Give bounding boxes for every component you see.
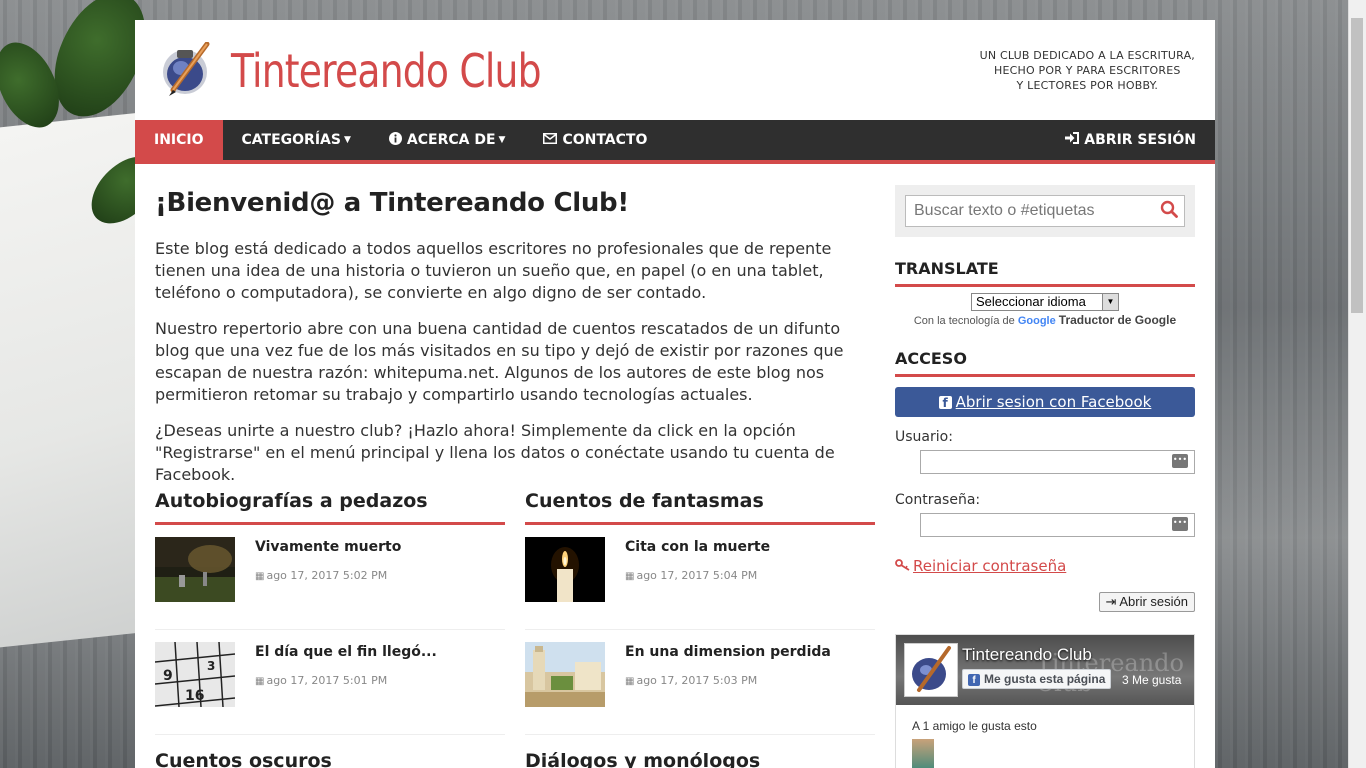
category-sections: Autobiografías a pedazos Vivamente muert… [155, 490, 875, 735]
scrollbar-thumb[interactable] [1351, 18, 1363, 313]
reset-password-link[interactable]: Reiniciar contraseña [895, 557, 1195, 575]
post-title[interactable]: El día que el fin llegó... [255, 644, 437, 660]
post-title[interactable]: Vivamente muerto [255, 539, 401, 555]
sidebar: Buscar texto o #etiquetas Translate Sele… [895, 185, 1195, 768]
language-select-value: Seleccionar idioma [976, 294, 1086, 309]
post-date-text: ago 17, 2017 5:03 PM [636, 674, 758, 687]
post-date-text: ago 17, 2017 5:02 PM [266, 569, 388, 582]
calendar-icon: ▦ [625, 676, 635, 687]
facebook-friends-text: A 1 amigo le gusta esto [912, 719, 1037, 733]
widget-title-text: Translate [895, 259, 999, 278]
username-field[interactable]: ••• [920, 450, 1195, 474]
post-date: ▦ ago 17, 2017 5:03 PM [625, 674, 831, 687]
facebook-login-button[interactable]: f Abrir sesion con Facebook [895, 387, 1195, 417]
facebook-page-cover[interactable]: TintereandoClub Tintereando Club fMe gus… [896, 635, 1194, 705]
friend-avatar[interactable] [912, 739, 934, 768]
facebook-friends: A 1 amigo le gusta esto [896, 705, 1194, 768]
google-translate-credit: Con la tecnología de Google Traductor de… [895, 313, 1195, 327]
post-thumbnail[interactable] [155, 537, 235, 602]
window-scrollbar[interactable] [1348, 0, 1366, 768]
post-item[interactable]: Vivamente muerto ▦ ago 17, 2017 5:02 PM [155, 525, 505, 630]
calendar-icon: ▦ [255, 676, 265, 687]
sign-in-icon: ⇥ [1105, 594, 1117, 609]
login-button-label: Abrir sesión [1119, 594, 1188, 609]
reset-password-label: Reiniciar contraseña [913, 557, 1067, 575]
page-title: ¡Bienvenid@ a Tintereando Club! [155, 188, 629, 218]
post-title[interactable]: En una dimension perdida [625, 644, 831, 660]
translate-widget-title: Translate [895, 259, 1195, 287]
intro-paragraph: ¿Deseas unirte a nuestro club? ¡Hazlo ah… [155, 421, 835, 484]
post-item[interactable]: 9 16 3 El día que el fin llegó... ▦ ago 1… [155, 630, 505, 735]
category-title[interactable]: Diálogos y monólogos [525, 750, 875, 768]
password-manager-icon[interactable]: ••• [1172, 517, 1188, 531]
post-date: ▦ ago 17, 2017 5:01 PM [255, 674, 437, 687]
category-block: Autobiografías a pedazos Vivamente muert… [155, 490, 505, 735]
post-date: ▦ ago 17, 2017 5:02 PM [255, 569, 401, 582]
svg-text:3: 3 [207, 659, 215, 673]
intro-paragraph: Este blog está dedicado a todos aquellos… [155, 239, 832, 302]
facebook-like-label: Me gusta esta página [984, 672, 1106, 686]
search-icon[interactable] [1160, 200, 1178, 218]
post-thumbnail[interactable] [525, 537, 605, 602]
category-title[interactable]: Autobiografías a pedazos [155, 490, 505, 525]
post-info: Vivamente muerto ▦ ago 17, 2017 5:02 PM [255, 537, 401, 609]
svg-text:9: 9 [163, 668, 173, 684]
category-title[interactable]: Cuentos de fantasmas [525, 490, 875, 525]
facebook-page-avatar[interactable] [904, 643, 958, 697]
key-icon [895, 557, 911, 575]
login-button-wrap: ⇥ Abrir sesión [895, 591, 1195, 612]
post-item[interactable]: Cita con la muerte ▦ ago 17, 2017 5:04 PM [525, 525, 875, 630]
search-widget: Buscar texto o #etiquetas [895, 185, 1195, 237]
post-date: ▦ ago 17, 2017 5:04 PM [625, 569, 770, 582]
access-widget-title: Acceso [895, 349, 1195, 377]
facebook-page-widget: TintereandoClub Tintereando Club fMe gus… [895, 634, 1195, 768]
calendar-icon: ▦ [625, 571, 635, 582]
facebook-icon: f [968, 674, 980, 686]
post-info: En una dimension perdida ▦ ago 17, 2017 5… [625, 642, 831, 714]
post-title[interactable]: Cita con la muerte [625, 539, 770, 555]
facebook-like-count: 3 Me gusta [1122, 673, 1182, 687]
powered-suffix[interactable]: Traductor de Google [1059, 313, 1176, 327]
calendar-icon: ▦ [255, 571, 265, 582]
post-date-text: ago 17, 2017 5:01 PM [266, 674, 388, 687]
facebook-icon: f [938, 395, 952, 410]
category-title[interactable]: Cuentos oscuros [155, 750, 505, 768]
post-thumbnail[interactable]: 9 16 3 [155, 642, 235, 707]
language-select[interactable]: Seleccionar idioma ▼ [971, 293, 1119, 311]
facebook-login-label: Abrir sesion con Facebook [955, 393, 1152, 411]
facebook-page-name[interactable]: Tintereando Club [962, 645, 1092, 665]
password-manager-icon[interactable]: ••• [1172, 454, 1188, 468]
post-info: El día que el fin llegó... ▦ ago 17, 2017… [255, 642, 437, 714]
welcome-section: ¡Bienvenid@ a Tintereando Club! Este blo… [155, 188, 875, 486]
post-date-text: ago 17, 2017 5:04 PM [636, 569, 758, 582]
username-label: Usuario: [895, 429, 953, 445]
chevron-down-icon: ▼ [1102, 294, 1118, 310]
search-input[interactable]: Buscar texto o #etiquetas [905, 195, 1185, 227]
category-block: Cuentos de fantasmas Cita con la muerte … [525, 490, 875, 735]
page-body: ¡Bienvenid@ a Tintereando Club! Este blo… [135, 20, 1215, 768]
post-item[interactable]: En una dimension perdida ▦ ago 17, 2017 5… [525, 630, 875, 735]
password-field[interactable]: ••• [920, 513, 1195, 537]
widget-title-text: Acceso [895, 349, 967, 368]
search-placeholder: Buscar texto o #etiquetas [914, 202, 1095, 219]
powered-prefix: Con la tecnología de [913, 315, 1015, 327]
category-sections-more: Cuentos oscuros Diálogos y monólogos [155, 750, 875, 768]
google-logo: Google [1017, 315, 1056, 327]
intro-paragraph: Nuestro repertorio abre con una buena ca… [155, 319, 844, 404]
post-info: Cita con la muerte ▦ ago 17, 2017 5:04 PM [625, 537, 770, 609]
post-thumbnail[interactable] [525, 642, 605, 707]
facebook-like-button[interactable]: f Me gusta esta página [962, 669, 1112, 689]
login-button[interactable]: ⇥ Abrir sesión [1098, 592, 1195, 612]
password-label: Contraseña: [895, 492, 981, 508]
svg-text:16: 16 [185, 688, 204, 704]
